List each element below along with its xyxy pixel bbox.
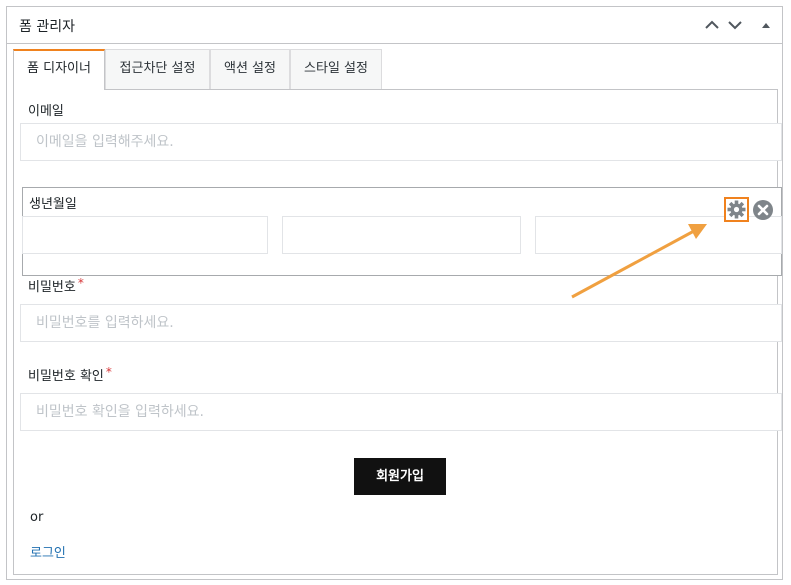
password-field[interactable]: 비밀번호를 입력하세요. (20, 304, 782, 342)
password-confirm-label: 비밀번호 확인 * (28, 365, 112, 384)
tab-action-settings[interactable]: 액션 설정 (210, 49, 290, 89)
email-field[interactable]: 이메일을 입력해주세요. (20, 123, 782, 161)
password-confirm-field[interactable]: 비밀번호 확인을 입력하세요. (20, 393, 782, 431)
triangle-up-icon[interactable] (757, 16, 775, 34)
tab-style-settings[interactable]: 스타일 설정 (290, 49, 382, 89)
email-label: 이메일 (28, 104, 64, 119)
form-designer-canvas: 이메일 이메일을 입력해주세요. 생년월일 비밀번호 * 비밀번호를 입력하세요… (13, 89, 782, 575)
required-mark: * (105, 365, 112, 379)
password-label-text: 비밀번호 (28, 280, 76, 295)
form-manager-panel: 폼 관리자 폼 디자이너 접근차단 설정 액션 설정 스타일 설정 이메일 이메… (6, 6, 783, 580)
tab-form-designer[interactable]: 폼 디자이너 (13, 49, 105, 90)
password-confirm-label-text: 비밀번호 확인 (28, 369, 104, 384)
close-circle-icon[interactable] (752, 199, 774, 221)
login-link[interactable]: 로그인 (30, 542, 66, 561)
chevron-up-icon[interactable] (703, 16, 721, 34)
birthdate-field-row[interactable]: 생년월일 (22, 187, 782, 276)
birthdate-label: 생년월일 (29, 197, 77, 212)
chevron-down-icon[interactable] (726, 16, 744, 34)
or-text: or (30, 510, 44, 525)
gear-icon[interactable] (724, 197, 749, 222)
tab-bar: 폼 디자이너 접근차단 설정 액션 설정 스타일 설정 (13, 49, 778, 90)
birthdate-year-input[interactable] (22, 216, 268, 254)
tab-access-settings[interactable]: 접근차단 설정 (105, 49, 210, 89)
password-label: 비밀번호 * (28, 276, 84, 295)
panel-title: 폼 관리자 (19, 19, 75, 35)
birthdate-month-input[interactable] (282, 216, 521, 254)
required-mark: * (77, 276, 84, 290)
panel-header: 폼 관리자 (7, 7, 782, 44)
signup-button[interactable]: 회원가입 (354, 458, 446, 495)
